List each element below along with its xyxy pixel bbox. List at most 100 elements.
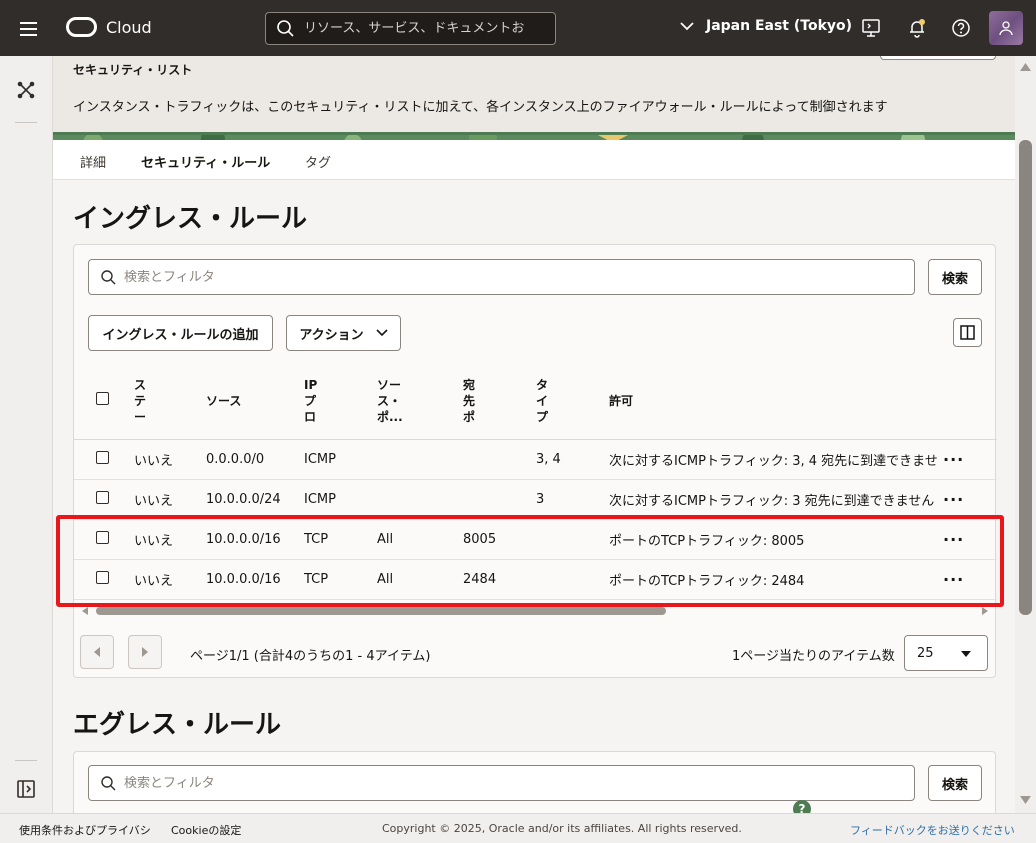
page-footer: 使用条件およびプライバシ Cookieの設定 Copyright © 2025,… <box>0 813 1036 843</box>
egress-rules-panel: 検索 <box>73 751 996 813</box>
search-icon <box>277 20 294 37</box>
cell-type: 3 <box>536 479 609 520</box>
cell-allows: ポートのTCPトラフィック: 8005 <box>609 519 937 560</box>
feedback-link[interactable]: フィードバックをお送りください <box>850 822 1015 838</box>
table-row: いいえ 10.0.0.0/16 TCP All 2484 ポートのTCPトラフィ… <box>74 559 997 600</box>
detail-tabs: 詳細 セキュリティ・ルール タグ <box>53 140 1015 182</box>
cell-source-port <box>377 439 463 480</box>
notifications-bell-icon[interactable] <box>906 17 928 39</box>
select-all-checkbox[interactable] <box>96 392 109 406</box>
user-profile-icon <box>999 21 1013 36</box>
column-ip-protocol[interactable]: IP プロ <box>304 363 377 440</box>
cookie-settings-link[interactable]: Cookieの設定 <box>171 822 241 838</box>
scrollbar-thumb[interactable] <box>1019 140 1032 615</box>
row-actions-menu-icon[interactable]: ··· <box>943 490 964 509</box>
cell-source-port: All <box>377 519 463 560</box>
row-actions-menu-icon[interactable]: ··· <box>943 530 964 549</box>
decorative-banner <box>53 132 1015 140</box>
help-icon[interactable] <box>950 17 972 39</box>
region-selector[interactable]: Japan East (Tokyo) <box>680 18 852 34</box>
cell-source-port <box>377 479 463 520</box>
actions-menu-button[interactable]: アクション <box>286 315 401 351</box>
table-header-row: ステー ソース IP プロ ソー ス・ ポ... 宛先ポ タイプ 許可 <box>74 363 997 440</box>
search-icon <box>101 269 116 284</box>
security-rules-content: イングレス・ルール 検索 イングレス・ルールの追加 アクション <box>53 180 1015 813</box>
global-search[interactable] <box>265 12 556 45</box>
scroll-up-icon[interactable] <box>1020 63 1031 71</box>
cell-dest-port <box>463 439 536 480</box>
ingress-search-button[interactable]: 検索 <box>928 259 982 295</box>
egress-search-button[interactable]: 検索 <box>928 765 982 801</box>
cell-stateless: いいえ <box>134 519 206 560</box>
scrollbar-thumb[interactable] <box>96 607 666 615</box>
rail-divider <box>15 122 37 123</box>
cell-type <box>536 559 609 600</box>
next-page-button[interactable] <box>128 635 162 669</box>
terms-privacy-link[interactable]: 使用条件およびプライバシ <box>19 822 151 838</box>
region-label: Japan East (Tokyo) <box>706 18 853 34</box>
column-allows[interactable]: 許可 <box>609 363 937 440</box>
pagination-bar: ページ1/1 (合計4のうちの1 - 4アイテム) 1ページ当たりのアイテム数 … <box>74 635 997 675</box>
ingress-filter-input[interactable] <box>124 269 824 285</box>
user-avatar[interactable] <box>989 11 1023 45</box>
table-row: いいえ 10.0.0.0/16 TCP All 8005 ポートのTCPトラフィ… <box>74 519 997 560</box>
items-per-page-label: 1ページ当たりのアイテム数 <box>732 649 895 664</box>
oracle-cloud-logo[interactable]: Cloud <box>66 17 152 37</box>
row-checkbox[interactable] <box>96 450 109 464</box>
scroll-left-icon[interactable] <box>80 606 90 616</box>
items-per-page-select[interactable]: 25 <box>904 635 988 671</box>
column-type[interactable]: タイプ <box>536 363 609 440</box>
row-actions-menu-icon[interactable]: ··· <box>943 450 964 469</box>
add-ingress-rule-button[interactable]: イングレス・ルールの追加 <box>88 315 273 351</box>
column-source[interactable]: ソース <box>206 363 304 440</box>
search-icon <box>101 775 116 790</box>
cell-type <box>536 519 609 560</box>
left-rail <box>0 56 53 813</box>
actions-label: アクション <box>299 327 364 343</box>
column-manager-button[interactable] <box>953 318 982 347</box>
header-action-button[interactable] <box>880 56 996 60</box>
page-description: インスタンス・トラフィックは、このセキュリティ・リストに加えて、各インスタンス上… <box>73 100 888 115</box>
cloud-shell-icon[interactable] <box>860 17 882 39</box>
ingress-filter-field[interactable] <box>88 259 915 295</box>
scroll-right-icon[interactable] <box>980 606 990 616</box>
global-search-input[interactable] <box>304 21 534 36</box>
page-vertical-scrollbar[interactable] <box>1015 56 1036 813</box>
rail-divider <box>15 760 37 761</box>
tab-security-rules[interactable]: セキュリティ・ルール <box>141 152 271 182</box>
table-horizontal-scrollbar[interactable] <box>80 604 990 616</box>
row-checkbox[interactable] <box>96 490 109 504</box>
cell-protocol: TCP <box>304 519 377 560</box>
cell-allows: ポートのTCPトラフィック: 2484 <box>609 559 937 600</box>
expand-panel-icon[interactable] <box>17 780 35 802</box>
cell-protocol: ICMP <box>304 439 377 480</box>
column-dest-port[interactable]: 宛先ポ <box>463 363 536 440</box>
egress-filter-field[interactable] <box>88 765 915 801</box>
page-title: セキュリティ・リスト <box>73 63 193 77</box>
row-actions-menu-icon[interactable]: ··· <box>943 570 964 589</box>
oracle-logo-icon <box>66 17 97 37</box>
menu-icon[interactable] <box>20 19 42 37</box>
cell-dest-port: 2484 <box>463 559 536 600</box>
cell-source-port: All <box>377 559 463 600</box>
cell-source: 10.0.0.0/16 <box>206 559 304 600</box>
cell-allows: 次に対するICMPトラフィック: 3 宛先に到達できません <box>609 479 937 520</box>
scroll-down-icon[interactable] <box>1020 796 1031 804</box>
items-per-page-value: 25 <box>917 645 934 661</box>
egress-filter-input[interactable] <box>124 775 824 791</box>
top-navigation-bar: Cloud Japan East (Tokyo) <box>0 0 1036 56</box>
column-source-port[interactable]: ソー ス・ ポ... <box>377 363 463 440</box>
tab-tags[interactable]: タグ <box>305 152 331 180</box>
row-checkbox[interactable] <box>96 530 109 544</box>
tab-details[interactable]: 詳細 <box>80 152 106 180</box>
row-checkbox[interactable] <box>96 570 109 584</box>
column-stateless[interactable]: ステー <box>134 363 206 440</box>
network-topology-icon[interactable] <box>16 80 36 104</box>
previous-page-button[interactable] <box>80 635 114 669</box>
cell-stateless: いいえ <box>134 559 206 600</box>
cell-source: 10.0.0.0/16 <box>206 519 304 560</box>
columns-icon <box>960 325 975 340</box>
cell-stateless: いいえ <box>134 479 206 520</box>
pagination-summary: ページ1/1 (合計4のうちの1 - 4アイテム) <box>190 649 431 664</box>
egress-rules-heading: エグレス・ルール <box>73 710 282 740</box>
